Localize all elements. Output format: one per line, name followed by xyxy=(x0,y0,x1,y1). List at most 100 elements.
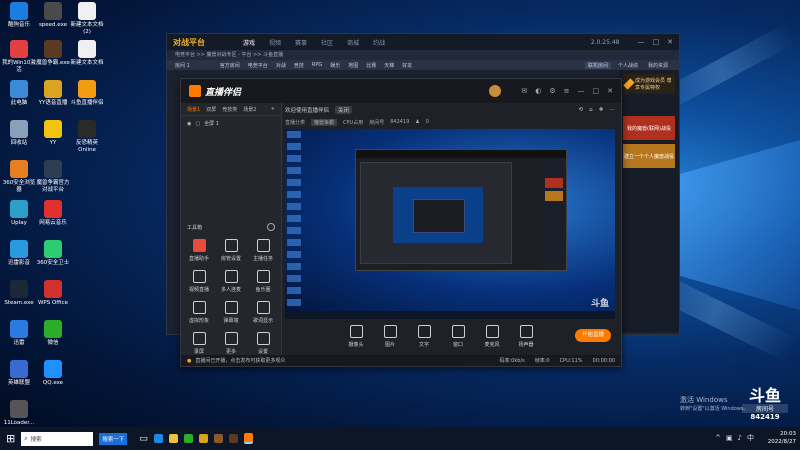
source-button[interactable]: 摄像头 xyxy=(343,324,369,348)
scene-item[interactable]: ◉ ▢ 全屏 1 xyxy=(181,116,281,131)
source-button[interactable]: 图片 xyxy=(377,324,403,348)
platform-right-tab[interactable]: 联机房间 xyxy=(584,61,611,69)
minimize-icon[interactable]: — xyxy=(578,87,585,95)
skin-icon[interactable]: ◐ xyxy=(535,87,541,95)
source-button[interactable]: 窗口 xyxy=(445,324,471,348)
minimize-icon[interactable]: — xyxy=(638,38,645,46)
toolbox-item[interactable]: 弹幕墙 xyxy=(215,301,247,324)
live-preview[interactable]: 斗鱼 xyxy=(285,129,615,319)
room-tab[interactable]: 竞技 xyxy=(294,62,304,69)
maximize-icon[interactable]: □ xyxy=(653,38,660,46)
start-button[interactable]: ⊞ xyxy=(6,432,15,445)
room-tab[interactable]: 比赛 xyxy=(366,62,376,69)
desktop-icon[interactable]: 网易云音乐 xyxy=(36,200,70,227)
start-live-button[interactable]: 开始直播 xyxy=(575,329,611,342)
menu-icon[interactable]: ≡ xyxy=(564,87,570,95)
desktop-icon[interactable]: YY语音直播 xyxy=(36,80,70,107)
desktop-icon[interactable]: 迅雷 xyxy=(2,320,36,347)
share-icon[interactable]: ⟲ xyxy=(578,107,583,113)
desktop-icon[interactable]: 迅雷影音 xyxy=(2,240,36,267)
platform-right-tab[interactable]: 我的资源 xyxy=(645,62,671,69)
desktop-icon[interactable]: 回收站 xyxy=(2,120,36,147)
toolbox-item[interactable]: 多人连麦 xyxy=(215,270,247,293)
room-tab[interactable]: RPG xyxy=(312,62,322,68)
desktop-icon[interactable]: 魔兽争霸官方对战平台 xyxy=(36,160,70,194)
more-icon[interactable]: ⋯ xyxy=(610,107,616,113)
search-box[interactable]: ⌕ 搜索 xyxy=(21,431,94,446)
desktop-icon[interactable]: 11Loader... xyxy=(2,400,36,427)
scene-tab[interactable]: 竞技类 xyxy=(222,106,237,113)
toolbox-item[interactable]: 录屏 xyxy=(183,332,215,355)
toolbox-item[interactable]: 设置 xyxy=(247,332,279,355)
room-tab[interactable]: 地图 xyxy=(348,62,358,69)
platform-nav-item[interactable]: 视频 xyxy=(269,38,281,47)
platform-nav-item[interactable]: 约战 xyxy=(373,38,385,47)
avatar[interactable] xyxy=(489,85,502,97)
platform-nav-item[interactable]: 商城 xyxy=(347,38,359,47)
file-explorer-icon[interactable] xyxy=(168,434,178,443)
desktop-icon[interactable]: 英雄联盟 xyxy=(2,360,36,387)
desktop-icon[interactable]: YY xyxy=(36,120,70,147)
clock-time[interactable]: 20:03 xyxy=(768,430,796,438)
desktop-icon[interactable]: 斗鱼直播伴侣 xyxy=(70,80,104,107)
vip-promo[interactable]: 成为游戏会员 尊享专属特权 xyxy=(635,77,672,91)
platform-nav-item[interactable]: 游戏 xyxy=(243,38,255,47)
category-select[interactable]: 魔兽争霸 xyxy=(311,118,338,126)
desktop-icon[interactable]: 微信 xyxy=(36,320,70,347)
platform-nav-item[interactable]: 社区 xyxy=(321,38,333,47)
tray-arrow-icon[interactable]: ^ xyxy=(715,434,721,442)
settings-icon[interactable]: ⚙ xyxy=(549,87,555,95)
source-button[interactable]: 文字 xyxy=(411,324,437,348)
desktop-icon[interactable]: Steam.exe xyxy=(2,280,36,307)
toolbox-item[interactable]: 直播助手 xyxy=(183,239,215,262)
close-icon[interactable]: ✕ xyxy=(667,38,673,46)
campaign-banner-2[interactable]: 建立一个个人魔兽战役 xyxy=(623,144,675,168)
toolbox-item[interactable]: 主播任务 xyxy=(247,239,279,262)
desktop-icon[interactable]: 新建文本文档 (2) xyxy=(70,2,104,36)
link-icon[interactable]: ⌂ xyxy=(589,107,593,113)
desktop-icon[interactable]: 反恐精英 Online xyxy=(70,120,104,154)
desktop-icon[interactable]: 魔兽争霸.exe xyxy=(36,40,70,67)
notice-close-button[interactable]: 关闭 xyxy=(335,106,353,114)
task-view-icon[interactable]: ▭ xyxy=(139,434,148,444)
scene-tab[interactable]: 场景2 xyxy=(243,106,256,113)
platform-nav-item[interactable]: 赛事 xyxy=(295,38,307,47)
volume-icon[interactable]: ♪ xyxy=(738,434,742,442)
room-tab[interactable]: 电竞平台 xyxy=(248,62,268,69)
maximize-icon[interactable]: □ xyxy=(593,87,600,95)
desktop-icon[interactable]: 新建文本文档 xyxy=(70,40,104,67)
lock-icon[interactable]: ▢ xyxy=(195,121,200,127)
edge-icon[interactable] xyxy=(153,434,163,443)
toolbox-item[interactable]: 更多 xyxy=(215,332,247,355)
desktop-icon[interactable]: Uplay xyxy=(2,200,36,227)
livestream-app-icon[interactable] xyxy=(243,433,253,444)
network-icon[interactable]: ▣ xyxy=(726,434,733,442)
scene-tab[interactable]: 双屏 xyxy=(206,106,216,113)
toolbox-item[interactable]: 视频直播 xyxy=(183,270,215,293)
desktop-icon[interactable]: speed.exe xyxy=(36,2,70,29)
add-scene-icon[interactable]: + xyxy=(271,106,275,112)
desktop-icon[interactable]: 此电脑 xyxy=(2,80,36,107)
gift-icon[interactable]: ❖ xyxy=(599,107,604,113)
toolbox-item[interactable]: 歌词显示 xyxy=(247,301,279,324)
wechat-icon[interactable] xyxy=(183,434,193,443)
warcraft-icon[interactable] xyxy=(213,434,223,443)
desktop-icon[interactable]: QQ.exe xyxy=(36,360,70,387)
desktop-icon[interactable]: 酷狗音乐 xyxy=(2,2,36,29)
scene-tab[interactable]: 场景1 xyxy=(187,106,200,113)
source-button[interactable]: 麦克风 xyxy=(479,324,505,348)
toolbox-item[interactable]: 房管设置 xyxy=(215,239,247,262)
source-button[interactable]: 扬声器 xyxy=(513,324,539,348)
toolbox-item[interactable]: 鱼乐圈 xyxy=(247,270,279,293)
room-tab[interactable]: 对战 xyxy=(276,62,286,69)
room-tab[interactable]: 好友 xyxy=(402,62,412,69)
platform-right-tab[interactable]: 个人战绩 xyxy=(615,62,641,69)
room-label[interactable]: 房间 1 xyxy=(175,62,190,69)
close-icon[interactable]: ✕ xyxy=(607,87,613,95)
desktop-icon[interactable]: 360安全卫士 xyxy=(36,240,70,267)
room-tab[interactable]: 娱乐 xyxy=(330,62,340,69)
collapse-icon[interactable] xyxy=(267,223,275,231)
campaign-banner-1[interactable]: 我的魔兽(联网)战役 xyxy=(623,116,675,140)
game-platform-icon[interactable] xyxy=(228,434,238,443)
clock-date[interactable]: 2022/8/27 xyxy=(768,438,796,446)
